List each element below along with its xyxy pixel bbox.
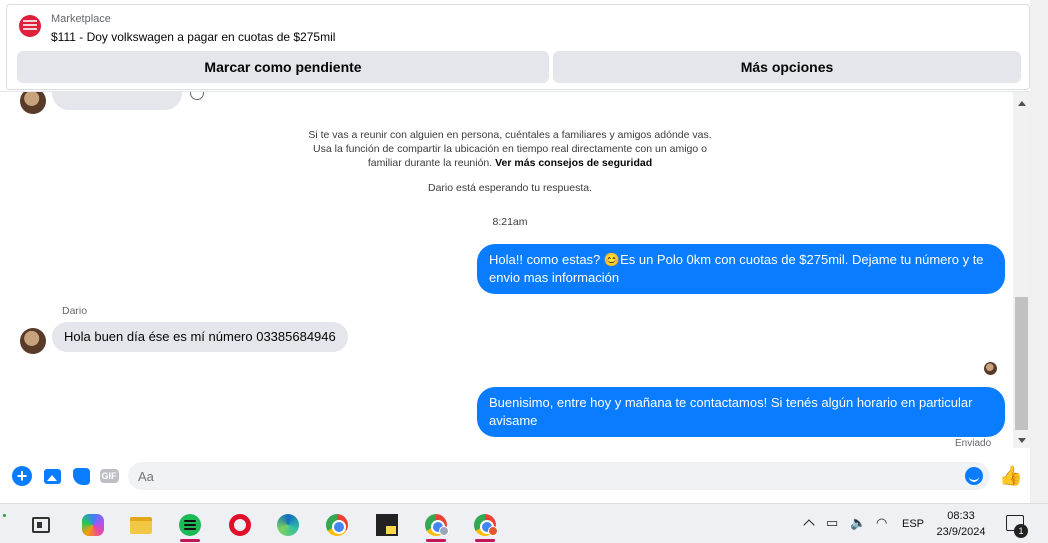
composer: + GIF 👍 [0,456,1030,496]
avatar[interactable] [20,328,46,354]
clock-date: 23/9/2024 [936,526,986,538]
scroll-down-arrow-icon[interactable] [1013,436,1030,446]
language-indicator[interactable]: ESP [902,518,924,530]
sticky-notes-icon[interactable] [368,508,406,542]
listing-thumbnail[interactable] [19,15,41,37]
incoming-message[interactable]: Hola buen día ése es mí número 033856849… [52,322,348,352]
more-options-button[interactable]: Más opciones [553,51,1021,83]
spotify-icon[interactable] [171,508,209,542]
emoji-icon[interactable] [965,467,983,485]
opera-icon[interactable] [221,508,259,542]
battery-icon[interactable]: ▭ [826,515,838,531]
waiting-status: Dario está esperando tu respuesta. [427,182,593,194]
previous-message-bubble [52,92,182,110]
image-icon[interactable] [42,466,62,486]
chrome-profile-icon[interactable] [466,508,504,542]
sent-status: Enviado [955,438,992,449]
chat-scrollbar[interactable] [1013,92,1030,448]
windows-taskbar: ▭ 🔈 ◠ ESP 08:33 23/9/2024 1 [0,503,1048,543]
chrome-icon[interactable] [318,508,356,542]
system-clock[interactable]: 08:33 23/9/2024 [930,508,992,540]
weather-indicator[interactable] [3,514,6,517]
show-hidden-icons-chevron-icon[interactable] [804,518,814,528]
gif-label: GIF [99,469,119,483]
widgets-icon[interactable] [22,508,60,542]
plus-icon[interactable]: + [12,466,32,486]
safety-notice: Si te vas a reunir con alguien en person… [300,128,720,170]
avatar [20,92,46,114]
thumbs-up-icon[interactable]: 👍 [999,465,1023,487]
read-receipt-avatar [984,362,997,375]
sender-name: Dario [62,305,88,317]
copilot-icon[interactable] [74,508,112,542]
message-list: Si te vas a reunir con alguien en person… [0,92,1030,456]
outgoing-message[interactable]: Buenisimo, entre hoy y mañana te contact… [477,387,1005,437]
volume-icon[interactable]: 🔈 [850,515,866,531]
wifi-icon[interactable]: ◠ [876,515,887,531]
marketplace-label: Marketplace [51,13,111,25]
conversation-header: Marketplace $111 - Doy volkswagen a paga… [0,0,1048,92]
chrome-profile-icon[interactable] [417,508,455,542]
mark-pending-button[interactable]: Marcar como pendiente [17,51,549,83]
edge-icon[interactable] [269,508,307,542]
window-edge [1030,0,1048,505]
listing-title[interactable]: $111 - Doy volkswagen a pagar en cuotas … [51,30,335,44]
clock-time: 08:33 [947,510,975,522]
safety-tips-link[interactable]: Ver más consejos de seguridad [495,157,652,169]
listing-card[interactable]: Marketplace $111 - Doy volkswagen a paga… [6,4,1030,90]
scroll-up-arrow-icon[interactable] [1013,96,1030,106]
file-explorer-icon[interactable] [122,508,160,542]
gif-icon[interactable]: GIF [98,466,120,486]
notification-count: 1 [1014,524,1028,538]
messenger-window: Marketplace $111 - Doy volkswagen a paga… [0,0,1048,543]
scroll-thumb[interactable] [1015,297,1028,430]
sticker-icon[interactable] [71,466,91,486]
clock-icon [190,92,204,100]
message-timestamp: 8:21am [492,216,528,228]
outgoing-message[interactable]: Hola!! como estas? 😊Es un Polo 0km con c… [477,244,1005,294]
message-input[interactable] [128,462,990,490]
